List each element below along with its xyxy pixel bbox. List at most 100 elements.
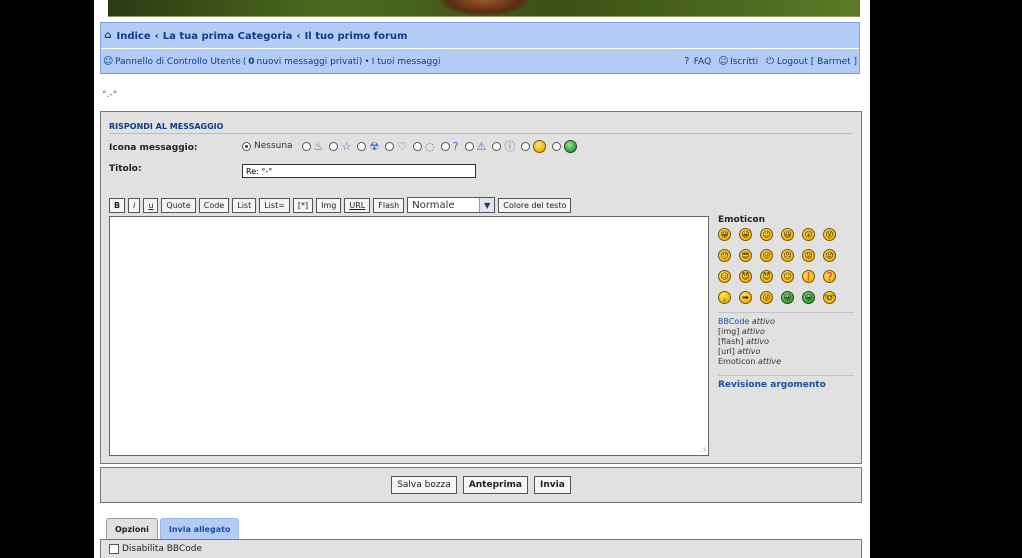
- ordered-list-button[interactable]: List=: [259, 197, 290, 213]
- image-button[interactable]: Img: [316, 197, 342, 213]
- icon-radio-mrgreen[interactable]: [521, 142, 531, 151]
- emoticon[interactable]: 😈: [760, 270, 773, 283]
- breadcrumb-separator: ‹: [296, 30, 301, 42]
- pm-open: (: [242, 57, 247, 67]
- submit-bar: Salva bozza Anteprima Invia: [100, 467, 862, 503]
- submit-button[interactable]: Invia: [534, 476, 571, 494]
- post-heading: RISPONDI AL MESSAGGIO: [109, 122, 224, 131]
- icon-radio-radioactive[interactable]: [357, 142, 367, 151]
- quote-button[interactable]: Quote: [161, 197, 196, 213]
- emoticon[interactable]: 😵: [823, 228, 836, 241]
- emoticon[interactable]: 😑: [718, 270, 731, 283]
- icon-radio-warning[interactable]: [464, 142, 474, 151]
- faq-link[interactable]: FAQ: [694, 57, 711, 67]
- pm-text[interactable]: nuovi messaggi privati): [257, 57, 363, 67]
- side-divider: [718, 375, 854, 376]
- pm-count[interactable]: 0: [248, 57, 254, 67]
- flash-state: attivo: [745, 337, 769, 346]
- list-button[interactable]: List: [232, 197, 257, 213]
- flash-button[interactable]: Flash: [373, 197, 405, 213]
- emoticon[interactable]: 😜: [760, 291, 773, 304]
- icon-radio-heart[interactable]: [385, 142, 395, 151]
- emoticon[interactable]: 😀: [739, 228, 752, 241]
- site-banner: [108, 0, 860, 17]
- font-size-select[interactable]: Normale ▼: [407, 197, 496, 213]
- url-status: [url] attivo: [718, 347, 854, 357]
- emoticon[interactable]: 😁: [718, 228, 731, 241]
- tab-options[interactable]: Opzioni: [106, 518, 158, 539]
- emoticon[interactable]: 😀: [781, 291, 794, 304]
- emoticon[interactable]: 😎: [739, 249, 752, 262]
- subject-input[interactable]: [242, 164, 476, 178]
- emoticon[interactable]: 😯: [718, 249, 731, 262]
- icon-radio-question[interactable]: [440, 142, 450, 151]
- icon-radio-speech[interactable]: [413, 142, 423, 151]
- icon-radio-info[interactable]: [492, 142, 502, 151]
- resize-grip-icon[interactable]: .:i: [699, 446, 706, 454]
- members-icon: ☺: [718, 56, 729, 67]
- flash-tag: [flash]: [718, 337, 744, 346]
- topic-review-link[interactable]: Revisione argomento: [718, 380, 854, 390]
- emoticon[interactable]: ➡: [739, 291, 752, 304]
- bullet: •: [364, 57, 370, 67]
- italic-button[interactable]: i: [128, 197, 141, 213]
- icon-radio-star[interactable]: [329, 142, 339, 151]
- text-color-button[interactable]: Colore del testo: [498, 197, 572, 213]
- user-links: ☺ Pannello di Controllo Utente (0 nuovi …: [103, 55, 857, 69]
- emoticon[interactable]: 😟: [823, 249, 836, 262]
- preview-button[interactable]: Anteprima: [462, 476, 529, 494]
- icon-radio-alien[interactable]: [552, 142, 562, 151]
- banner-figure: [438, 0, 530, 16]
- mrgreen-icon: [533, 140, 547, 153]
- breadcrumb-index[interactable]: Indice: [116, 31, 150, 42]
- breadcrumb-forum[interactable]: Il tuo primo forum: [305, 31, 408, 42]
- emoticon[interactable]: 😈: [739, 270, 752, 283]
- emoticon[interactable]: ❓: [823, 270, 836, 283]
- emoticon[interactable]: 💡: [718, 291, 731, 304]
- emoticon[interactable]: 😆: [781, 228, 794, 241]
- breadcrumb-category[interactable]: La tua prima Categoria: [163, 31, 293, 42]
- bbcode-link[interactable]: BBCode: [718, 317, 749, 326]
- emoticon[interactable]: 😲: [802, 228, 815, 241]
- side-divider: [718, 312, 854, 313]
- home-icon: ⌂: [104, 30, 112, 41]
- icon-radio-none[interactable]: [242, 142, 251, 151]
- tab-attachments[interactable]: Invia allegato: [159, 518, 240, 539]
- ucp-link[interactable]: Pannello di Controllo Utente: [115, 57, 241, 67]
- message-textarea[interactable]: .:i: [109, 216, 709, 456]
- logout-link[interactable]: Logout [ Barrnet ]: [777, 57, 857, 67]
- faq-icon: ?: [684, 56, 690, 67]
- navbar: ⌂ Indice ‹ La tua prima Categoria ‹ Il t…: [100, 22, 860, 74]
- warning-icon: ⚠: [476, 140, 487, 153]
- speech-bubble-icon: ◌: [425, 140, 435, 153]
- emoticon-title: Emoticon: [718, 215, 766, 225]
- bbcode-status: BBCode attivo: [718, 317, 854, 327]
- url-button[interactable]: URL: [344, 197, 371, 213]
- breadcrumb: ⌂ Indice ‹ La tua prima Categoria ‹ Il t…: [103, 29, 407, 43]
- bold-button[interactable]: B: [109, 197, 126, 213]
- disable-bbcode-checkbox[interactable]: [109, 544, 119, 554]
- emoticon[interactable]: 😉: [760, 228, 773, 241]
- code-button[interactable]: Code: [198, 197, 230, 213]
- save-draft-button[interactable]: Salva bozza: [391, 476, 457, 494]
- user-panel-icon: ☺: [103, 56, 114, 67]
- emoticon[interactable]: 😀: [802, 291, 815, 304]
- star-icon: ☆: [341, 140, 352, 153]
- emoticon[interactable]: 😡: [802, 249, 815, 262]
- emoticon[interactable]: 😠: [781, 249, 794, 262]
- list-item-button[interactable]: [*]: [292, 197, 314, 213]
- members-link[interactable]: Iscritti: [730, 57, 758, 67]
- my-posts-link[interactable]: I tuoi messaggi: [372, 57, 441, 67]
- icon-radio-fire[interactable]: [301, 142, 311, 151]
- emoticon[interactable]: 😛: [760, 249, 773, 262]
- emoticon[interactable]: ❗: [802, 270, 815, 283]
- underline-button[interactable]: u: [143, 197, 159, 213]
- emoticon[interactable]: 😐: [781, 270, 794, 283]
- font-size-value: Normale: [412, 199, 455, 211]
- options-tabs: Opzioni Invia allegato: [106, 518, 240, 539]
- emoticon[interactable]: 🤓: [823, 291, 836, 304]
- post-form: RISPONDI AL MESSAGGIO Icona messaggio: N…: [100, 111, 862, 464]
- disable-bbcode-label: Disabilita BBCode: [122, 544, 202, 554]
- heading-divider: [109, 133, 853, 134]
- heart-icon: ♡: [397, 140, 408, 153]
